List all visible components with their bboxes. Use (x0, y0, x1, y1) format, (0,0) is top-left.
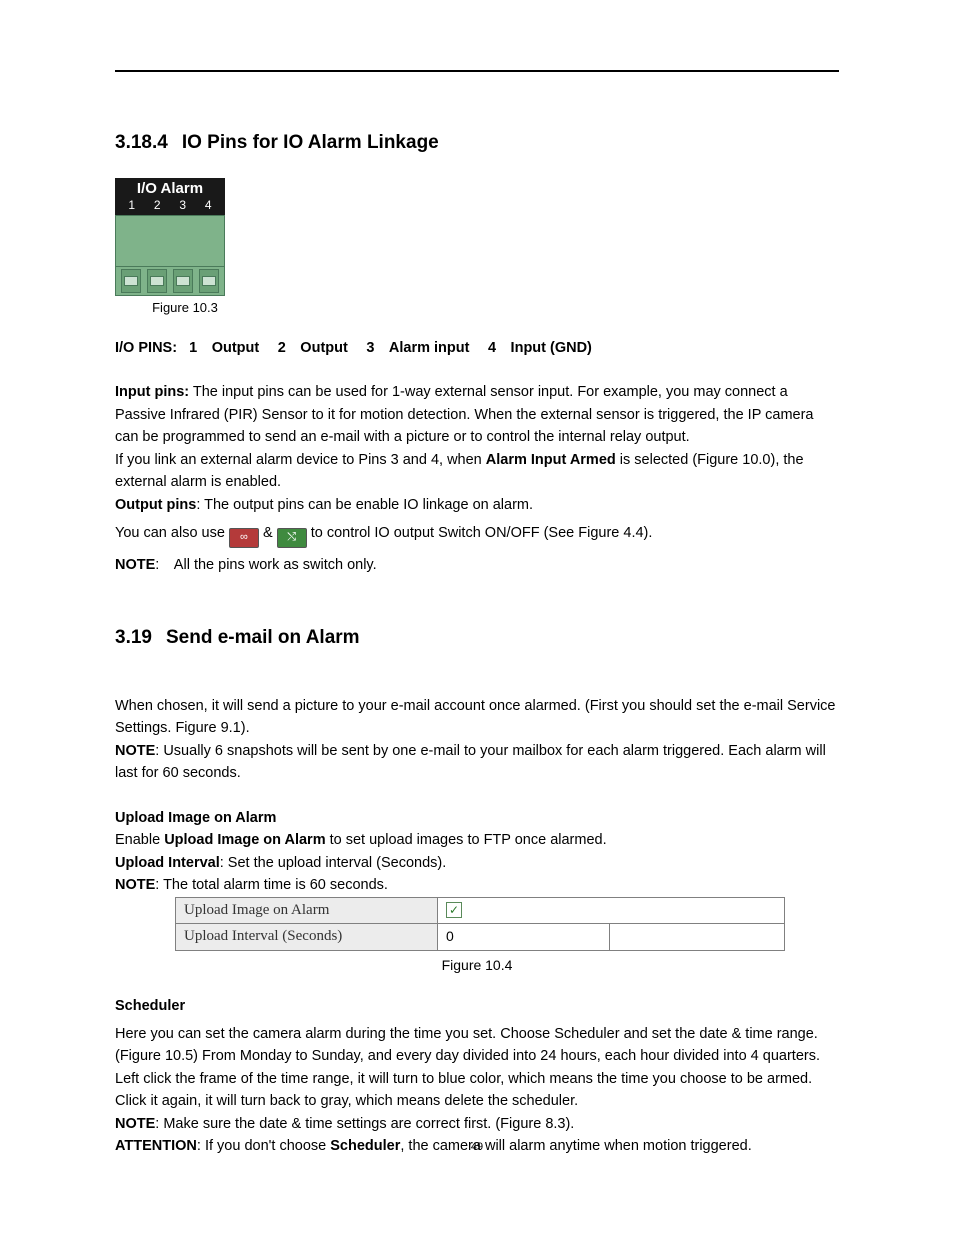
switch-off-icon: ⤭ (277, 528, 307, 548)
output-pins-paragraph: Output pins: The output pins can be enab… (115, 494, 839, 516)
input-pins-text: The input pins can be used for 1-way ext… (115, 384, 813, 445)
figure-caption: Figure 10.3 (115, 300, 245, 315)
upload-enable-post: to set upload images to FTP once alarmed… (326, 832, 607, 848)
note-snapshots: NOTE: Usually 6 snapshots will be sent b… (115, 740, 839, 785)
io-pins-items: 1 Output 2 Output 3 Alarm input 4 Input … (189, 340, 592, 356)
note-lead: NOTE (115, 877, 155, 893)
upload-interval-lead: Upload Interval (115, 855, 220, 871)
note-text: : Make sure the date & time settings are… (155, 1116, 574, 1132)
figure-10-3: I/O Alarm 1 2 3 4 Figure 10.3 (115, 178, 245, 315)
note-pins-switch: NOTE: All the pins work as switch only. (115, 554, 839, 576)
upload-interval-label-cell: Upload Interval (Seconds) (176, 923, 438, 950)
upload-interval-value-cell (438, 923, 610, 950)
note-lead: NOTE (115, 1116, 155, 1132)
note-date-time: NOTE: Make sure the date & time settings… (115, 1113, 839, 1135)
note-text: : Usually 6 snapshots will be sent by on… (115, 743, 826, 781)
section-number: 3.18.4 (115, 132, 168, 154)
io-alarm-connector-body (115, 215, 225, 267)
note-text: : The total alarm time is 60 seconds. (155, 877, 388, 893)
note-text: : All the pins work as switch only. (155, 557, 376, 573)
table-row: Upload Image on Alarm ✓ (176, 897, 785, 923)
scheduler-paragraph: Here you can set the camera alarm during… (115, 1023, 839, 1113)
upload-enable-pre: Enable (115, 832, 164, 848)
io-terminal (121, 269, 141, 293)
use-amp: & (259, 525, 277, 541)
io-alarm-label: I/O Alarm (115, 178, 225, 198)
io-pin-num: 3 (179, 198, 186, 212)
alarm-input-armed-paragraph: If you link an external alarm device to … (115, 449, 839, 494)
figure-caption: Figure 10.4 (115, 957, 839, 973)
upload-settings-table: Upload Image on Alarm ✓ Upload Interval … (175, 897, 785, 951)
use-pre: You can also use (115, 525, 229, 541)
note-lead: NOTE (115, 557, 155, 573)
upload-interval-input[interactable] (446, 928, 601, 944)
io-pins-label: I/O PINS: (115, 340, 177, 356)
upload-enable-paragraph: Enable Upload Image on Alarm to set uplo… (115, 829, 839, 851)
io-pin-num: 2 (154, 198, 161, 212)
upload-image-value-cell: ✓ (438, 897, 785, 923)
upload-interval-paragraph: Upload Interval: Set the upload interval… (115, 852, 839, 874)
document-page: 3.18.4 IO Pins for IO Alarm Linkage I/O A… (0, 0, 954, 1235)
switch-on-icon: ∞ (229, 528, 259, 548)
top-rule (115, 70, 839, 72)
upload-image-checkbox[interactable]: ✓ (446, 902, 462, 918)
section-heading-send-email: 3.19 Send e-mail on Alarm (115, 627, 839, 649)
io-switch-paragraph: You can also use ∞ & ⤭ to control IO out… (115, 522, 839, 548)
upload-interval-extra-cell (610, 923, 785, 950)
section-number: 3.19 (115, 627, 152, 649)
io-alarm-connector-image: I/O Alarm 1 2 3 4 (115, 178, 225, 296)
upload-enable-bold: Upload Image on Alarm (164, 832, 325, 848)
note-lead: NOTE (115, 743, 155, 759)
scheduler-heading: Scheduler (115, 995, 839, 1017)
note-alarm-time: NOTE: The total alarm time is 60 seconds… (115, 874, 839, 896)
upload-interval-text: : Set the upload interval (Seconds). (220, 855, 447, 871)
alarm-input-armed-bold: Alarm Input Armed (486, 452, 616, 468)
io-terminal (199, 269, 219, 293)
upload-image-label-cell: Upload Image on Alarm (176, 897, 438, 923)
input-pins-paragraph: Input pins: The input pins can be used f… (115, 381, 839, 448)
io-pin-num: 4 (205, 198, 212, 212)
io-terminal (173, 269, 193, 293)
page-number: 49 (0, 1141, 954, 1153)
io-alarm-terminals (115, 267, 225, 296)
section-title: Send e-mail on Alarm (166, 627, 360, 648)
io-terminal (147, 269, 167, 293)
upload-image-heading: Upload Image on Alarm (115, 807, 839, 829)
link-pre: If you link an external alarm device to … (115, 452, 486, 468)
io-pin-num: 1 (128, 198, 135, 212)
table-row: Upload Interval (Seconds) (176, 923, 785, 950)
section-heading-io-pins: 3.18.4 IO Pins for IO Alarm Linkage (115, 132, 839, 154)
input-pins-lead: Input pins: (115, 384, 189, 400)
io-alarm-pin-numbers: 1 2 3 4 (115, 198, 225, 215)
send-email-paragraph: When chosen, it will send a picture to y… (115, 695, 839, 740)
output-pins-lead: Output pins (115, 497, 196, 513)
output-pins-text: : The output pins can be enable IO linka… (196, 497, 533, 513)
io-pins-definition: I/O PINS: 1 Output 2 Output 3 Alarm inpu… (115, 337, 839, 359)
section-title: IO Pins for IO Alarm Linkage (182, 132, 439, 153)
use-post: to control IO output Switch ON/OFF (See … (307, 525, 653, 541)
